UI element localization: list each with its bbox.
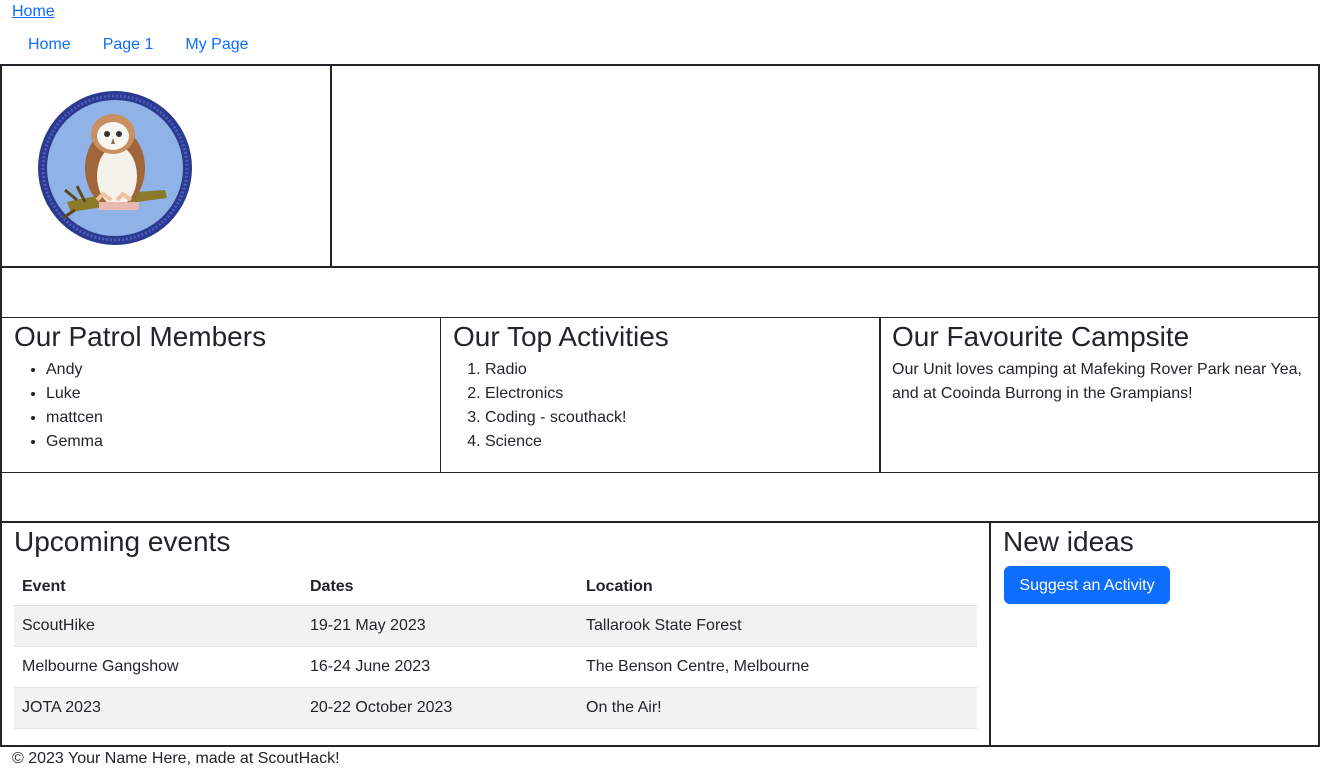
event-dates: 20-22 October 2023 <box>302 687 578 729</box>
banner-cell <box>330 64 1320 268</box>
event-location: On the Air! <box>578 687 977 729</box>
new-ideas-section: New ideas Suggest an Activity <box>989 521 1320 747</box>
top-activities-heading: Our Top Activities <box>453 321 669 352</box>
list-item: Luke <box>46 382 103 406</box>
patrol-members-list: Andy Luke mattcen Gemma <box>14 358 103 454</box>
favourite-campsite-heading: Our Favourite Campsite <box>892 321 1190 352</box>
logo-cell <box>0 64 332 268</box>
owl-badge-icon <box>38 91 192 245</box>
favourite-campsite-section: Our Favourite Campsite Our Unit loves ca… <box>879 317 1320 473</box>
table-row: Melbourne Gangshow 16-24 June 2023 The B… <box>14 646 977 688</box>
event-name: JOTA 2023 <box>14 687 302 729</box>
upcoming-events-heading: Upcoming events <box>14 526 231 557</box>
table-row: JOTA 2023 20-22 October 2023 On the Air! <box>14 687 977 729</box>
main-nav: Home Page 1 My Page <box>12 35 265 55</box>
event-name: ScoutHike <box>14 605 302 647</box>
column-header-location: Location <box>578 569 977 606</box>
table-row: ScoutHike 19-21 May 2023 Tallarook State… <box>14 605 977 647</box>
new-ideas-heading: New ideas <box>1003 526 1134 557</box>
column-header-event: Event <box>14 569 302 606</box>
upcoming-events-section: Upcoming events Event Dates Location Sco… <box>0 521 991 747</box>
nav-my-page[interactable]: My Page <box>169 35 264 55</box>
event-name: Melbourne Gangshow <box>14 646 302 688</box>
spacer-row <box>0 471 1320 524</box>
list-item: Science <box>485 430 626 454</box>
top-activities-section: Our Top Activities Radio Electronics Cod… <box>440 317 881 473</box>
spacer-row <box>0 266 1320 319</box>
list-item: mattcen <box>46 406 103 430</box>
suggest-activity-button[interactable]: Suggest an Activity <box>1004 566 1170 604</box>
patrol-members-heading: Our Patrol Members <box>14 321 267 352</box>
event-dates: 19-21 May 2023 <box>302 605 578 647</box>
list-item: Electronics <box>485 382 626 406</box>
list-item: Gemma <box>46 430 103 454</box>
list-item: Radio <box>485 358 626 382</box>
footer-text: © 2023 Your Name Here, made at ScoutHack… <box>12 750 340 767</box>
event-dates: 16-24 June 2023 <box>302 646 578 688</box>
nav-home[interactable]: Home <box>12 35 87 55</box>
list-item: Coding - scouthack! <box>485 406 626 430</box>
campsite-description: Our Unit loves camping at Mafeking Rover… <box>892 361 1302 402</box>
event-location: Tallarook State Forest <box>578 605 977 647</box>
column-header-dates: Dates <box>302 569 578 606</box>
table-header-row: Event Dates Location <box>14 569 977 606</box>
top-activities-list: Radio Electronics Coding - scouthack! Sc… <box>453 358 626 454</box>
nav-page-1[interactable]: Page 1 <box>87 35 170 55</box>
breadcrumb-home-link[interactable]: Home <box>12 3 55 21</box>
list-item: Andy <box>46 358 103 382</box>
events-table: Event Dates Location ScoutHike 19-21 May… <box>14 569 977 729</box>
event-location: The Benson Centre, Melbourne <box>578 646 977 688</box>
patrol-members-section: Our Patrol Members Andy Luke mattcen Gem… <box>0 317 441 473</box>
